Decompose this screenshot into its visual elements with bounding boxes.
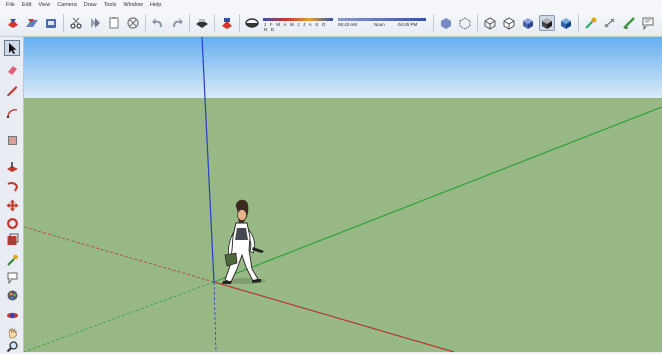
monochrome-icon[interactable] — [558, 15, 574, 31]
scene-canvas[interactable] — [24, 37, 662, 352]
toolbar-separator — [63, 14, 64, 32]
shadow-time-noon: Noon — [374, 22, 385, 27]
figure-top — [235, 228, 248, 240]
shadows-toggle-icon[interactable] — [244, 15, 260, 31]
text-tool-icon[interactable] — [4, 269, 20, 285]
select-icon[interactable] — [4, 40, 20, 56]
scale-icon[interactable] — [4, 231, 20, 247]
shadow-months-label: J F M A M J J A S O N D — [264, 22, 327, 32]
paste-icon[interactable] — [106, 15, 122, 31]
toolbar-separator — [433, 14, 434, 32]
menu-file[interactable]: File — [6, 0, 15, 10]
toolbar-separator — [477, 14, 478, 32]
shadow-date-slider[interactable]: J F M A M J J A S O N D — [263, 15, 333, 32]
rectangle-icon[interactable] — [4, 132, 20, 148]
toolbar-separator — [145, 14, 146, 32]
back-edges-icon[interactable] — [457, 15, 473, 31]
menu-view[interactable]: View — [38, 0, 50, 10]
print-icon[interactable] — [194, 15, 210, 31]
eraser-icon[interactable] — [4, 61, 20, 77]
model-info-icon[interactable] — [219, 15, 235, 31]
xray-icon[interactable] — [438, 15, 454, 31]
redo-icon[interactable] — [169, 15, 185, 31]
toolbar-separator — [239, 14, 240, 32]
menu-edit[interactable]: Edit — [22, 0, 31, 10]
sky — [24, 37, 662, 99]
arc-icon[interactable] — [4, 105, 20, 121]
menu-help[interactable]: Help — [150, 0, 161, 10]
left-tool-palette — [0, 37, 24, 352]
share-model-icon[interactable] — [24, 15, 40, 31]
shaded-icon[interactable] — [520, 15, 536, 31]
shadow-date-track — [263, 18, 333, 21]
toolbar-separator — [189, 14, 190, 32]
toolbar-separator — [578, 14, 579, 32]
shadow-time-track — [338, 18, 426, 21]
move-icon[interactable] — [4, 197, 20, 213]
toolbar-separator — [214, 14, 215, 32]
shadow-time-slider[interactable]: 06:43 AM Noon 04:45 PM — [338, 15, 426, 31]
menu-window[interactable]: Window — [123, 0, 143, 10]
cut-icon[interactable] — [68, 15, 84, 31]
tape-icon[interactable] — [4, 251, 20, 267]
get-models-icon[interactable] — [5, 15, 21, 31]
paint-bucket-icon[interactable] — [4, 287, 20, 303]
follow-me-icon[interactable] — [4, 178, 20, 194]
text-icon[interactable] — [640, 15, 656, 31]
copy-icon[interactable] — [87, 15, 103, 31]
menu-tools[interactable]: Tools — [104, 0, 117, 10]
figure-head — [237, 209, 247, 221]
dimension-icon[interactable] — [602, 15, 618, 31]
menu-camera[interactable]: Camera — [57, 0, 77, 10]
wireframe-icon[interactable] — [482, 15, 498, 31]
orbit-icon[interactable] — [4, 307, 20, 323]
pencil-icon[interactable] — [4, 81, 20, 97]
hidden-line-icon[interactable] — [501, 15, 517, 31]
ground-plane — [24, 98, 662, 352]
erase-icon[interactable] — [125, 15, 141, 31]
push-pull-icon[interactable] — [4, 159, 20, 175]
main-toolbar: J F M A M J J A S O N D 06:43 AM Noon 04… — [0, 10, 662, 37]
shaded-textures-icon[interactable] — [539, 15, 555, 31]
menu-bar: File Edit View Camera Draw Tools Window … — [0, 0, 662, 10]
3d-viewport[interactable] — [24, 37, 662, 352]
share-component-icon[interactable] — [43, 15, 59, 31]
shadow-time-end: 04:45 PM — [398, 22, 418, 27]
shadow-time-start: 06:43 AM — [338, 22, 358, 27]
menu-draw[interactable]: Draw — [84, 0, 97, 10]
undo-icon[interactable] — [150, 15, 166, 31]
rotate-icon[interactable] — [4, 215, 20, 231]
protractor-icon[interactable] — [621, 15, 637, 31]
tape-measure-icon[interactable] — [583, 15, 599, 31]
